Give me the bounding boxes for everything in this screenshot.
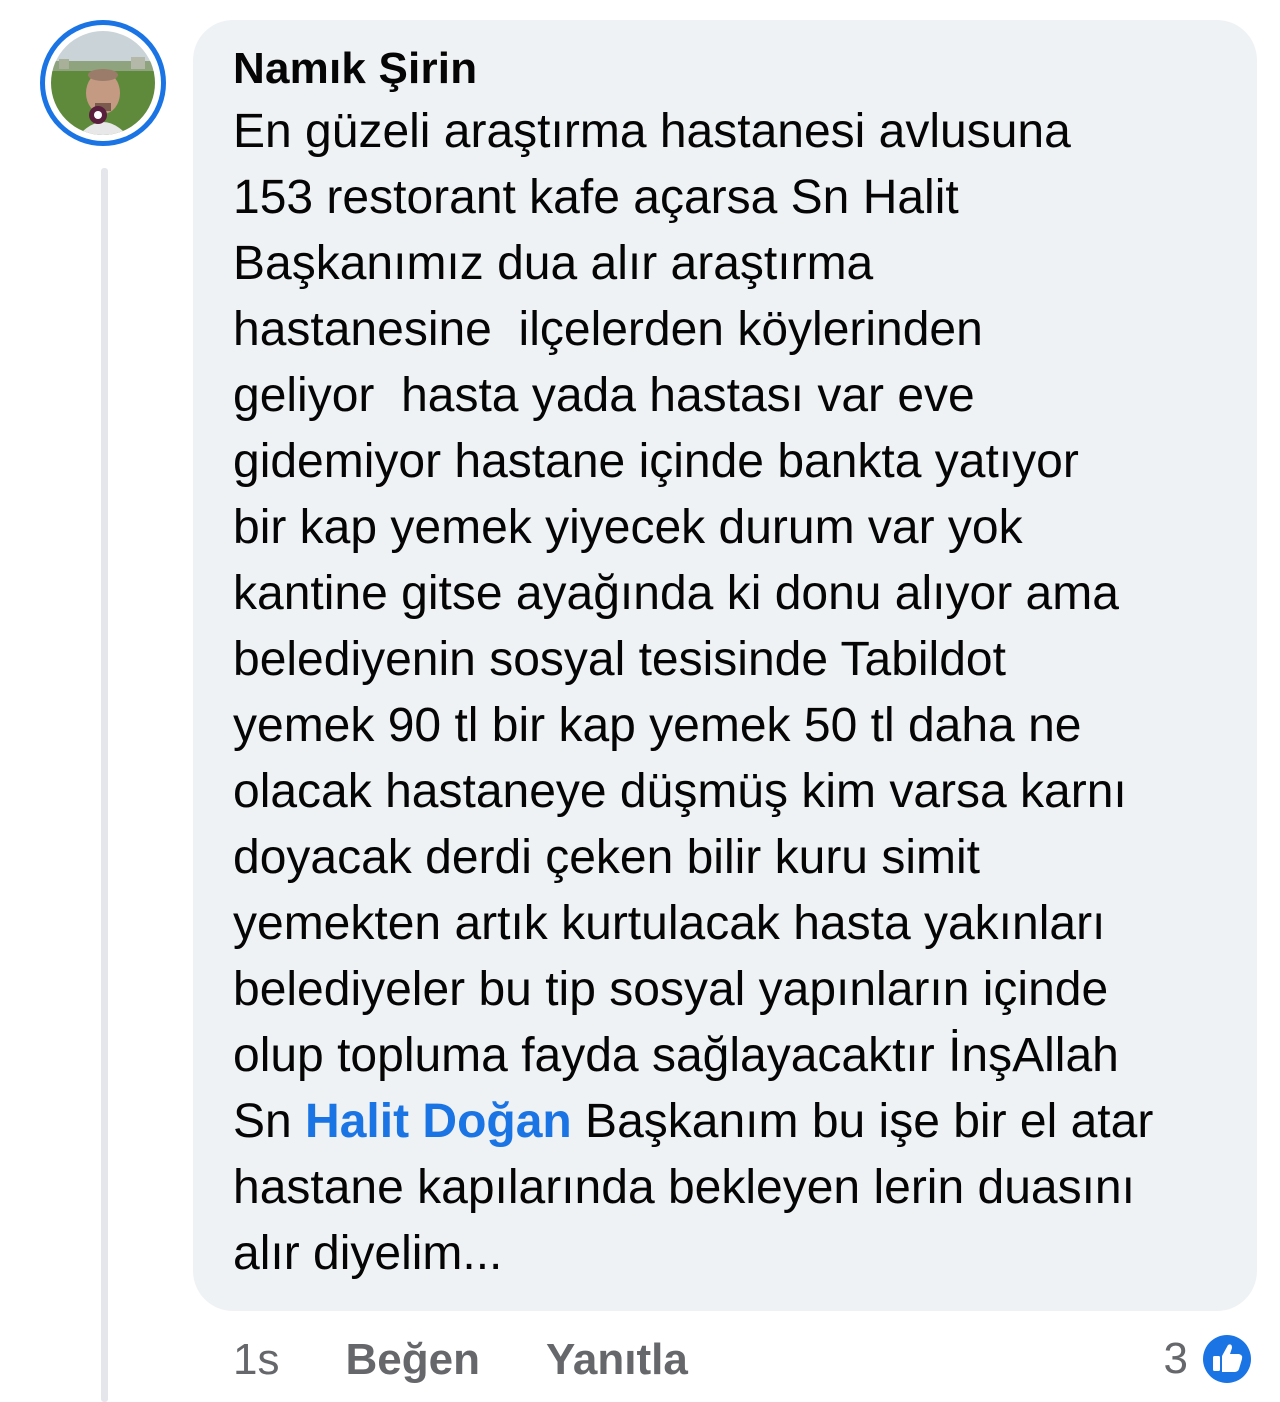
comment-line: En güzeli araştırma hastanesi avlusuna [233, 105, 1071, 158]
reply-button[interactable]: Yanıtla [546, 1335, 688, 1385]
comment-line: belediyenin sosyal tesisinde Tabildot [233, 633, 1006, 686]
mention-link[interactable]: Halit Doğan [305, 1095, 572, 1148]
comment-line: olacak hastaneye düşmüş kim varsa karnı [233, 765, 1127, 818]
comment-line: 153 restorant kafe açarsa Sn Halit [233, 171, 959, 224]
comment-line: geliyor hasta yada hastası var eve [233, 369, 975, 422]
comment-line: yemek 90 tl bir kap yemek 50 tl daha ne [233, 699, 1082, 752]
comment-bubble: Namık Şirin En güzeli araştırma hastanes… [193, 20, 1257, 1311]
timestamp[interactable]: 1s [233, 1335, 279, 1385]
mention-suffix: Başkanım bu işe bir el atar [571, 1095, 1154, 1148]
comment-author[interactable]: Namık Şirin [233, 41, 1233, 97]
comment-line: alır diyelim... [233, 1227, 503, 1280]
comment-line: hastanesine ilçelerden köylerinden [233, 303, 983, 356]
comment-line: bir kap yemek yiyecek durum var yok [233, 501, 1023, 554]
comment-actions: 1s Beğen Yanıtla [233, 1330, 754, 1390]
comment-line: Başkanımız dua alır araştırma [233, 237, 874, 290]
comment-line: doyacak derdi çeken bilir kuru simit [233, 831, 980, 884]
comment-line: kantine gitse ayağında ki donu alıyor am… [233, 567, 1119, 620]
like-button[interactable]: Beğen [345, 1335, 479, 1385]
profile-photo [51, 31, 155, 135]
reaction-count: 3 [1163, 1334, 1188, 1383]
avatar[interactable] [40, 20, 166, 146]
comment-line: olup topluma fayda sağlayacaktır İnşAlla… [233, 1029, 1119, 1082]
mention-prefix: Sn [233, 1095, 306, 1148]
comment-line: belediyeler bu tip sosyal yapınların içi… [233, 963, 1109, 1016]
reaction-summary[interactable]: 3 [1164, 1328, 1256, 1390]
thread-line [101, 168, 108, 1402]
comment-line: gidemiyor hastane içinde bankta yatıyor [233, 435, 1079, 488]
comment-line: yemekten artık kurtulacak hasta yakınlar… [233, 897, 1106, 950]
comment-text: En güzeli araştırma hastanesi avlusuna 1… [233, 99, 1233, 1287]
comment-line: hastane kapılarında bekleyen lerin duası… [233, 1161, 1135, 1214]
like-icon [1200, 1332, 1254, 1386]
